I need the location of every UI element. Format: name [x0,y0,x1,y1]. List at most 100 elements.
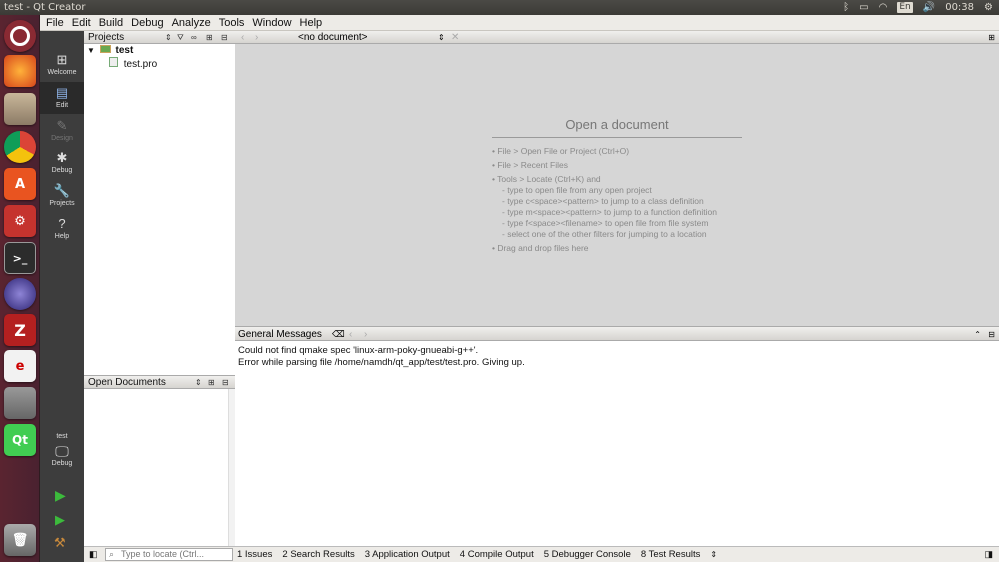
status-bar: ◧ ⌕ Type to locate (Ctrl... 1 Issues 2 S… [84,546,999,562]
scanner-icon[interactable] [4,387,36,419]
previous-item-icon[interactable]: ‹ [349,327,352,342]
document-icon: ▤ [55,85,69,100]
unity-launcher: A ⚙ >_ Z e Qt 🗑 [0,15,40,562]
tab-application-output[interactable]: 3 Application Output [365,547,450,562]
close-pane-icon[interactable]: ⊟ [222,376,229,389]
bluetooth-icon[interactable]: ᛒ [843,0,849,15]
hint-line: - select one of the other filters for ju… [502,229,707,239]
menu-edit[interactable]: Edit [72,15,91,30]
open-documents-pane: Open Documents ⇕ ⊞ ⊟ [84,375,235,546]
expand-arrow-icon[interactable]: ▼ [87,46,95,55]
mode-welcome[interactable]: ⊞ Welcome [40,49,84,81]
firefox-icon[interactable] [4,55,36,87]
debug-run-icon[interactable]: ▶ [55,512,65,528]
editor-area: ‹ › <no document> ⇕ ✕ ⊞ Open a document … [235,31,999,326]
hint-line: - type to open file from any open projec… [502,185,652,195]
hint-line: - type m<space><pattern> to jump to a fu… [502,207,717,217]
close-pane-icon[interactable]: ⊟ [988,327,995,342]
menu-tools[interactable]: Tools [219,15,245,30]
clear-output-icon[interactable]: ⌫ [332,327,345,342]
more-tabs-icon[interactable]: ⇕ [710,547,717,562]
clock[interactable]: 00:38 [945,0,974,15]
mode-help[interactable]: ? Help [40,213,84,245]
updown-icon[interactable]: ⇕ [165,31,172,44]
tab-debugger-console[interactable]: 5 Debugger Console [544,547,631,562]
maximize-pane-icon[interactable]: ⌃ [974,327,981,342]
mode-projects[interactable]: 🔧 Projects [40,180,84,212]
open-document-hint: Open a document • File > Open File or Pr… [492,117,742,254]
files-icon[interactable] [4,93,36,125]
chrome-icon[interactable] [4,131,36,163]
toggle-sidebar-icon[interactable]: ◧ [89,547,98,562]
filter-icon[interactable]: ⛛ [177,31,184,44]
link-icon[interactable]: ∞ [191,31,197,44]
forward-arrow-icon[interactable]: › [255,31,258,44]
output-pane-tabs: 1 Issues 2 Search Results 3 Application … [237,547,717,562]
menu-analyze[interactable]: Analyze [172,15,211,30]
system-settings-icon[interactable]: ⚙ [4,205,36,237]
wifi-icon[interactable]: ◠ [879,0,888,15]
menu-bar: File Edit Build Debug Analyze Tools Wind… [40,15,999,31]
hint-line: • Tools > Locate (Ctrl+K) and [492,174,601,184]
locator-input[interactable]: ⌕ Type to locate (Ctrl... [105,548,233,561]
tab-test-results[interactable]: 8 Test Results [641,547,701,562]
toggle-output-pane-icon[interactable]: ◨ [984,547,993,562]
close-pane-icon[interactable]: ⊟ [221,31,228,44]
hint-line: • File > Recent Files [492,160,568,170]
tab-search-results[interactable]: 2 Search Results [282,547,354,562]
tree-item-project[interactable]: ▼ test [84,44,235,56]
menu-file[interactable]: File [46,15,64,30]
scrollbar[interactable] [228,389,235,546]
close-document-icon[interactable]: ✕ [451,31,459,44]
menu-window[interactable]: Window [252,15,291,30]
run-icon[interactable]: ▶ [55,487,66,504]
split-icon[interactable]: ⊞ [208,376,215,389]
updown-icon[interactable]: ⇕ [195,376,202,389]
eclipse-icon[interactable] [4,278,36,310]
locator-placeholder: Type to locate (Ctrl... [121,549,205,559]
power-gear-icon[interactable]: ⚙ [984,0,993,15]
mode-selector: ⊞ Welcome ▤ Edit ✎ Design ✱ Debug 🔧 Projects … [40,31,84,562]
tab-compile-output[interactable]: 4 Compile Output [460,547,534,562]
output-pane-title: General Messages [238,329,322,340]
qt-creator-icon[interactable]: Qt [4,424,36,456]
build-hammer-icon[interactable]: ⚒ [54,535,66,551]
help-icon: ? [58,216,66,231]
volume-icon[interactable]: 🔊 [923,0,935,15]
kit-build-config: Debug [51,460,73,467]
mode-edit[interactable]: ▤ Edit [40,82,84,114]
kit-project-name: test [56,433,68,440]
filezilla-icon[interactable]: Z [4,314,36,346]
back-arrow-icon[interactable]: ‹ [241,31,244,44]
projects-view-selector[interactable]: Projects [88,32,124,43]
hint-line: • Drag and drop files here [492,243,589,253]
tab-issues[interactable]: 1 Issues [237,547,272,562]
network-wired-icon[interactable]: ▭ [859,0,868,15]
mode-design[interactable]: ✎ Design [40,115,84,147]
kit-selector[interactable]: test 🖵 Debug [40,433,84,467]
tree-item-file[interactable]: test.pro [84,56,235,70]
text-editor-icon[interactable]: e [4,350,36,382]
editor-toolbar: ‹ › <no document> ⇕ ✕ ⊞ [235,31,999,44]
pen-icon: ✎ [56,118,68,133]
mode-debug[interactable]: ✱ Debug [40,147,84,179]
document-selector[interactable]: <no document> [298,31,368,44]
menu-build[interactable]: Build [99,15,123,30]
updown-icon[interactable]: ⇕ [438,31,445,44]
ubuntu-dash-icon[interactable] [4,20,36,52]
monitor-icon: 🖵 [55,443,69,459]
bug-icon: ✱ [56,150,68,165]
trash-icon[interactable]: 🗑 [4,524,36,556]
terminal-icon[interactable]: >_ [4,242,36,274]
wrench-icon: 🔧 [53,183,71,198]
keyboard-layout-indicator[interactable]: En [897,2,913,13]
software-center-icon[interactable]: A [4,168,36,200]
split-icon[interactable]: ⊞ [988,31,995,44]
output-pane-header: General Messages ⌫ ‹ › ⌃ ⊟ [235,326,999,341]
split-icon[interactable]: ⊞ [206,31,213,44]
next-item-icon[interactable]: › [364,327,367,342]
menu-help[interactable]: Help [300,15,323,30]
grid-icon: ⊞ [56,52,68,67]
output-pane: General Messages ⌫ ‹ › ⌃ ⊟ Could not fin… [235,326,999,546]
menu-debug[interactable]: Debug [131,15,163,30]
